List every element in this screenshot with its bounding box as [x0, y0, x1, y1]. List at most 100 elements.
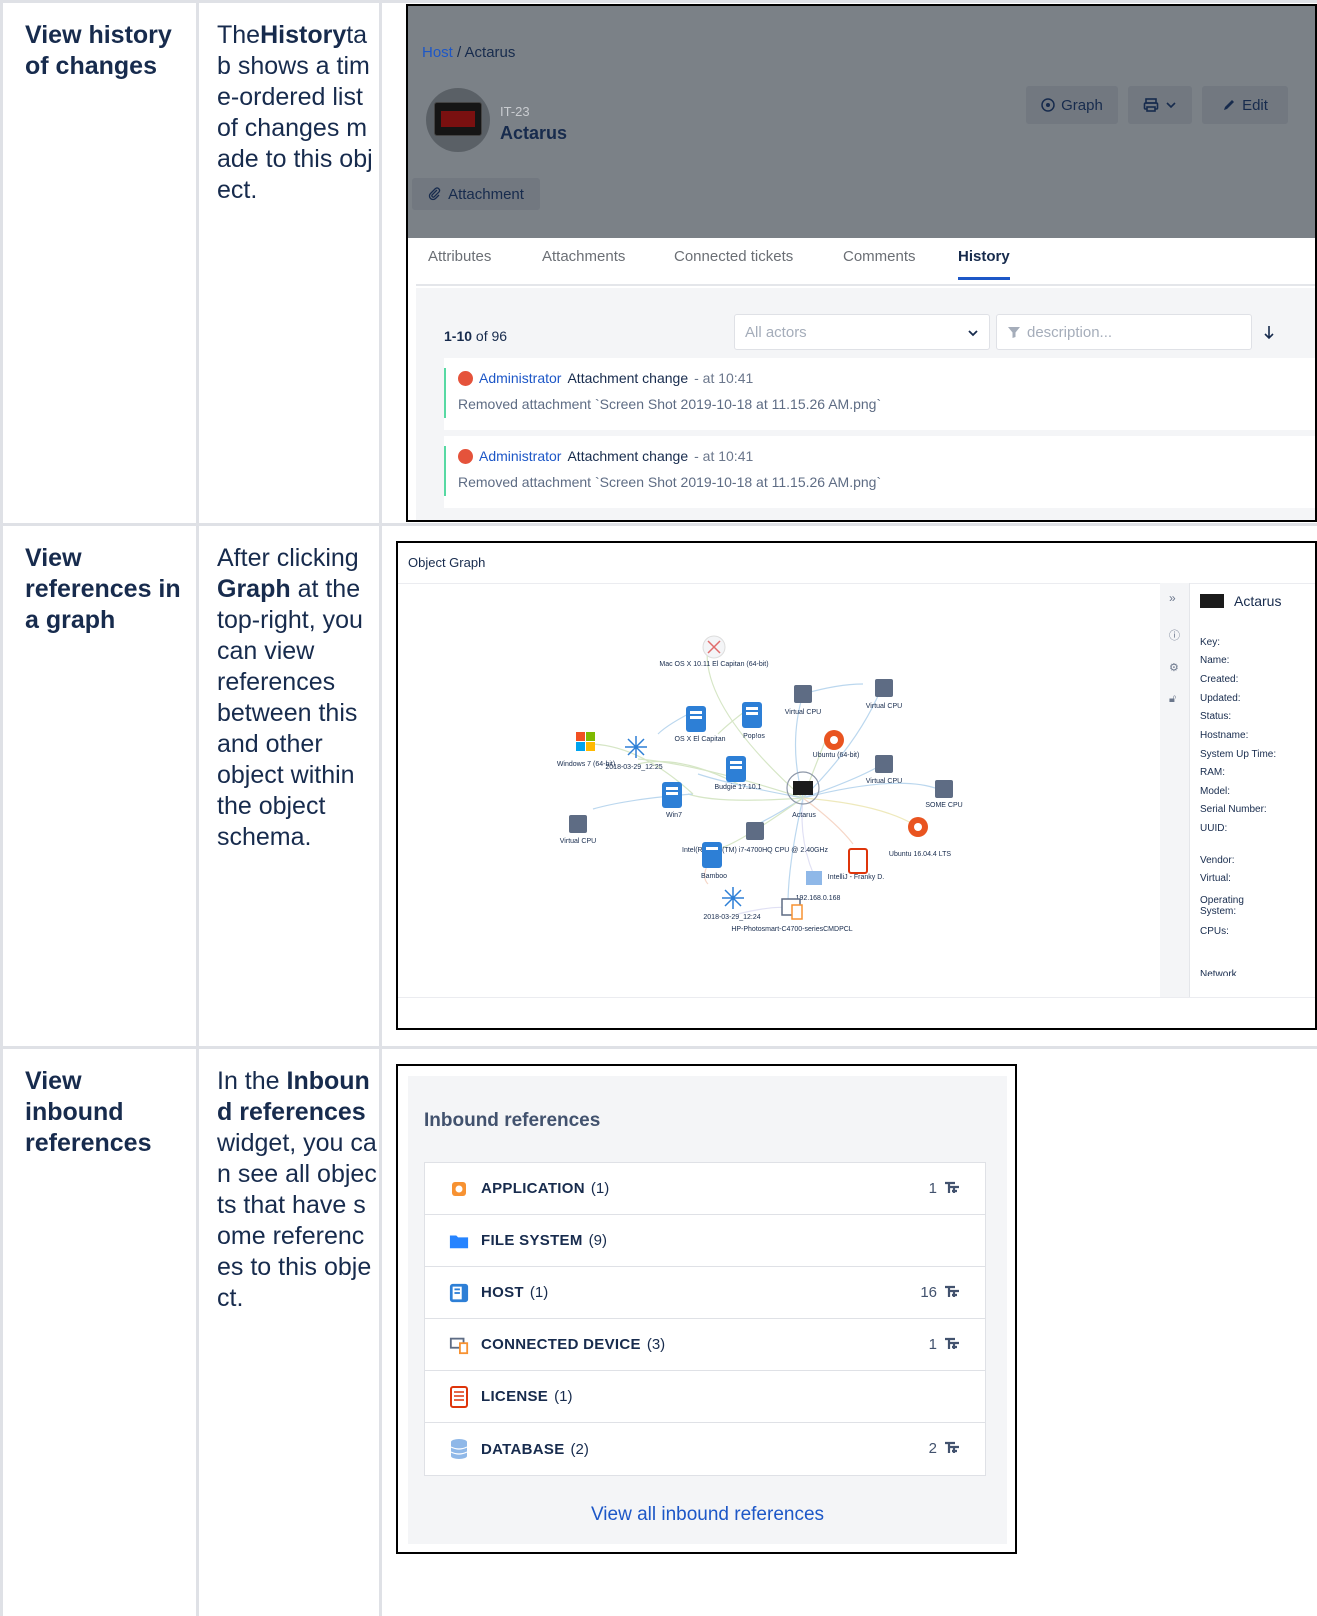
attribute-label: System Up Time:: [1200, 749, 1277, 760]
actor-link[interactable]: Administrator: [479, 448, 561, 464]
row-title: View inbound references: [25, 1067, 152, 1157]
table-border: [0, 0, 3, 1616]
list-item[interactable]: HOST (1) 16: [425, 1267, 985, 1319]
graph-node-cpu[interactable]: Virtual CPU: [866, 679, 902, 710]
graph-node-os[interactable]: Windows 7 (64-bit): [557, 732, 615, 768]
gear-icon[interactable]: ⚙: [1169, 661, 1179, 674]
reference-icon: [945, 1181, 959, 1193]
svg-text:Mac OS X 10.11 El Capitan (64-: Mac OS X 10.11 El Capitan (64-bit): [659, 661, 768, 668]
lock-icon[interactable]: 🔓︎: [1169, 693, 1176, 706]
history-entry: Administrator Attachment change - at 10:41…: [444, 358, 1315, 430]
attribute-label: Name:: [1200, 655, 1230, 666]
row-description: In the Inbound references widget, you ca…: [217, 1067, 377, 1312]
graph-node-host[interactable]: OS X El Capitan: [675, 706, 726, 743]
svg-text:Actarus: Actarus: [792, 812, 816, 819]
graph-sidebar: » ⓘ ⚙ 🔓︎: [1160, 583, 1190, 997]
svg-text:Ubuntu 16.04.4 LTS: Ubuntu 16.04.4 LTS: [889, 851, 951, 858]
history-entry-detail: Removed attachment `Screen Shot 2019-10-…: [458, 396, 882, 412]
history-count: 1-10 of 96: [444, 328, 508, 344]
graph-node-cpu[interactable]: Virtual CPU: [785, 685, 821, 716]
table-border: [0, 0, 1317, 3]
actor-link[interactable]: Administrator: [479, 370, 561, 386]
device-icon: [449, 1335, 469, 1355]
filter-icon: [1008, 327, 1020, 338]
attribute-label: Vendor:: [1200, 855, 1235, 866]
database-icon: [449, 1439, 469, 1459]
history-entry: Administrator Attachment change - at 10:41…: [444, 436, 1315, 508]
widget-title: Inbound references: [424, 1110, 601, 1131]
graph-node-os[interactable]: Ubuntu 16.04.4 LTS: [889, 817, 951, 858]
svg-text:Pop!os: Pop!os: [743, 733, 765, 740]
graph-title: Object Graph: [408, 555, 486, 570]
panel-object-title: Actarus: [1200, 593, 1281, 609]
description-filter-input[interactable]: description...: [996, 314, 1252, 350]
graph-node-host[interactable]: Win7: [662, 782, 682, 819]
tab-connected-tickets[interactable]: Connected tickets: [674, 248, 793, 265]
table-border: [196, 0, 199, 1616]
object-graph-canvas[interactable]: Mac OS X 10.11 El Capitan (64-bit) Virtu…: [398, 584, 1158, 996]
attribute-label: Operating System:: [1200, 895, 1244, 917]
object-avatar: [426, 88, 490, 152]
avatar: [458, 370, 473, 386]
print-icon: [1143, 98, 1159, 112]
graph-node[interactable]: Mac OS X 10.11 El Capitan (64-bit): [659, 635, 769, 668]
paperclip-icon: [428, 187, 441, 201]
breadcrumb-link-host[interactable]: Host: [422, 44, 453, 61]
object-key: IT-23: [500, 104, 530, 119]
breadcrumb: Host / Actarus: [422, 44, 516, 61]
graph-icon: [1041, 98, 1055, 112]
row-title: View references in a graph: [25, 544, 181, 634]
list-item[interactable]: DATABASE (2) 2: [425, 1423, 985, 1475]
inbound-list: APPLICATION (1) 1 FILE SYSTEM (9) HOST (1) …: [424, 1162, 986, 1476]
attribute-label: UUID:: [1200, 823, 1228, 834]
info-icon[interactable]: ⓘ: [1169, 627, 1180, 643]
tab-comments[interactable]: Comments: [843, 248, 916, 265]
chevron-down-icon: [968, 330, 978, 337]
graph-node-cpu[interactable]: SOME CPU: [925, 780, 963, 809]
graph-node-os[interactable]: Ubuntu (64-bit): [813, 730, 860, 759]
svg-text:192.168.0.168: 192.168.0.168: [796, 895, 841, 902]
reference-icon: [945, 1441, 959, 1453]
graph-node-cpu[interactable]: Virtual CPU: [560, 815, 596, 845]
collapse-icon[interactable]: »: [1169, 591, 1176, 605]
list-item[interactable]: CONNECTED DEVICE (3) 1: [425, 1319, 985, 1371]
chevron-down-icon: [1166, 102, 1176, 109]
svg-text:2018-03-29_12:24: 2018-03-29_12:24: [703, 914, 760, 921]
table-border: [0, 523, 1317, 526]
graph-node-host[interactable]: Pop!os: [742, 702, 765, 740]
object-header: Host / Actarus IT-23 Actarus Graph Edit …: [408, 6, 1315, 238]
attachment-button[interactable]: Attachment: [412, 178, 540, 210]
reference-icon: [945, 1337, 959, 1349]
avatar: [458, 448, 473, 464]
graph-node-license[interactable]: IntelliJ - Franky D.: [828, 848, 884, 881]
history-screenshot: Host / Actarus IT-23 Actarus Graph Edit …: [406, 4, 1317, 522]
pencil-icon: [1224, 100, 1235, 110]
host-icon: [449, 1283, 469, 1303]
attribute-label: Serial Number:: [1200, 804, 1267, 815]
list-item[interactable]: LICENSE (1): [425, 1371, 985, 1423]
table-border: [379, 0, 382, 1616]
sort-icon[interactable]: [1264, 324, 1282, 342]
object-tabs: Attributes Attachments Connected tickets…: [416, 238, 1315, 286]
graph-node-host[interactable]: Budgie 17.10.1: [714, 756, 762, 791]
attribute-label: Key:: [1200, 637, 1221, 648]
graph-screenshot: Object Graph Mac OS X 10.11 El Capitan (…: [396, 541, 1317, 1030]
view-all-inbound-link[interactable]: View all inbound references: [408, 1504, 1007, 1526]
attribute-label: Updated:: [1200, 693, 1241, 704]
list-item[interactable]: FILE SYSTEM (9): [425, 1215, 985, 1267]
actors-select[interactable]: All actors: [734, 314, 990, 350]
graph-node-snapshot[interactable]: 2018-03-29_12:24: [703, 887, 761, 921]
tab-history[interactable]: History: [958, 248, 1010, 280]
row-description: After clicking Graph at the top-right, y…: [217, 544, 363, 851]
row-description: TheHistorytab shows a time-ordered list …: [217, 21, 373, 204]
svg-text:SOME CPU: SOME CPU: [925, 802, 962, 809]
graph-button[interactable]: Graph: [1026, 86, 1118, 124]
tab-attachments[interactable]: Attachments: [542, 248, 625, 265]
svg-text:OS X El Capitan: OS X El Capitan: [675, 736, 726, 743]
edit-button[interactable]: Edit: [1202, 86, 1288, 124]
list-item[interactable]: APPLICATION (1) 1: [425, 1163, 985, 1215]
tab-attributes[interactable]: Attributes: [428, 248, 491, 265]
svg-text:Bamboo: Bamboo: [701, 873, 727, 880]
inbound-screenshot: Inbound references APPLICATION (1) 1 FILE…: [396, 1064, 1017, 1554]
print-dropdown-button[interactable]: [1128, 86, 1192, 124]
